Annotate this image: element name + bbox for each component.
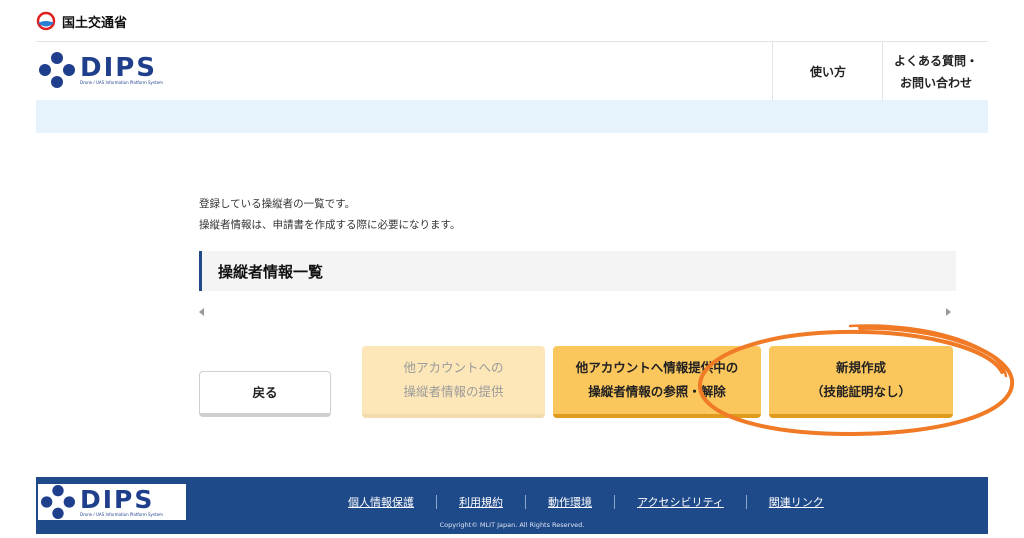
header-band	[36, 100, 988, 133]
provide-button-label-2: 操縦者情報の提供	[403, 384, 504, 399]
nav-howto[interactable]: 使い方	[772, 42, 883, 101]
footer-link-environment[interactable]: 動作環境	[526, 494, 614, 510]
reference-button-label-2: 操縦者情報の参照・解除	[588, 384, 726, 399]
dips-diamond-icon	[39, 52, 75, 88]
footer-link-accessibility[interactable]: アクセシビリティ	[615, 494, 746, 510]
dips-logo-text: DIPS	[80, 52, 158, 83]
reference-shared-info-button[interactable]: 他アカウントへ情報提供中の 操縦者情報の参照・解除	[553, 346, 761, 418]
reference-button-label-1: 他アカウントへ情報提供中の	[575, 360, 739, 375]
new-button-label-1: 新規作成	[835, 360, 886, 375]
dips-logo-subtitle: Drone / UAS Information Platform System	[80, 79, 163, 85]
footer-dips-logo[interactable]: DIPS Drone / UAS Information Platform Sy…	[38, 484, 186, 520]
footer-dips-logo-subtitle: Drone / UAS Information Platform System	[80, 511, 163, 517]
site-footer: DIPS Drone / UAS Information Platform Sy…	[36, 477, 988, 534]
footer-links: 個人情報保護 利用規約 動作環境 アクセシビリティ 関連リンク	[326, 494, 846, 510]
section-title-text: 操縦者情報一覧	[218, 262, 324, 281]
horizontal-scrollbar[interactable]	[199, 305, 953, 319]
ministry-bar: 国土交通省	[36, 8, 127, 34]
provide-operator-info-button[interactable]: 他アカウントへの 操縦者情報の提供	[362, 346, 545, 418]
mlit-logo-icon	[36, 11, 56, 31]
back-button-label: 戻る	[252, 384, 278, 400]
section-title: 操縦者情報一覧	[199, 251, 956, 291]
description-line-1: 登録している操縦者の一覧です。	[199, 198, 356, 210]
footer-link-terms[interactable]: 利用規約	[437, 494, 525, 510]
scroll-right-icon[interactable]	[946, 308, 951, 316]
copyright: Copyright© MLIT Japan. All Rights Reserv…	[439, 521, 585, 529]
scroll-left-icon[interactable]	[199, 308, 204, 316]
nav-faq[interactable]: よくある質問・ お問い合わせ	[882, 42, 989, 101]
nav-faq-label-2: お問い合わせ	[899, 75, 972, 90]
footer-dips-logo-text: DIPS	[80, 484, 155, 514]
provide-button-label-1: 他アカウントへの	[403, 360, 504, 375]
footer-dips-diamond-icon	[41, 485, 75, 519]
ministry-name: 国土交通省	[62, 15, 128, 31]
new-create-button[interactable]: 新規作成 （技能証明なし）	[769, 346, 953, 418]
back-button[interactable]: 戻る	[199, 371, 331, 417]
site-header: DIPS Drone / UAS Information Platform Sy…	[36, 41, 988, 102]
page-description: 登録している操縦者の一覧です。 操縦者情報は、申請書を作成する際に必要になります…	[199, 194, 460, 236]
footer-link-privacy[interactable]: 個人情報保護	[326, 494, 436, 510]
new-button-label-2: （技能証明なし）	[810, 384, 911, 399]
nav-howto-label: 使い方	[809, 64, 846, 79]
dips-logo[interactable]: DIPS Drone / UAS Information Platform Sy…	[38, 52, 163, 88]
footer-link-related[interactable]: 関連リンク	[747, 494, 846, 510]
nav-faq-label-1: よくある質問・	[893, 53, 978, 68]
description-line-2: 操縦者情報は、申請書を作成する際に必要になります。	[199, 219, 461, 231]
